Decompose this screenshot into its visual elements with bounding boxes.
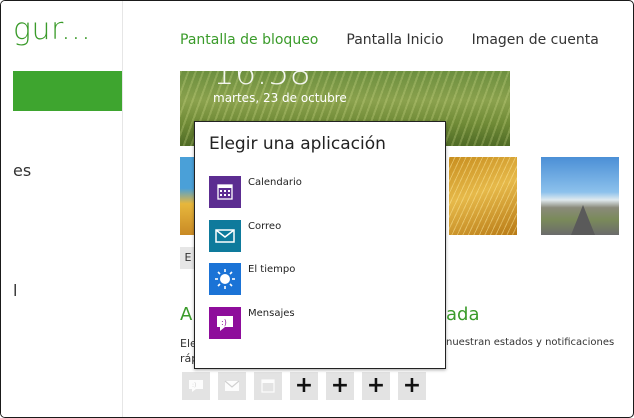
calendar-tile [209, 176, 241, 208]
app-slot-mail[interactable] [218, 372, 246, 400]
app-title: gur... [13, 12, 92, 47]
app-option-label: Mensajes [248, 308, 295, 319]
mail-tile [209, 220, 241, 252]
thumbnail-road [571, 205, 595, 235]
tab-account-picture[interactable]: Imagen de cuenta [472, 32, 599, 48]
messaging-icon: :) [189, 380, 203, 392]
mail-icon [224, 380, 240, 391]
app-option-label: Calendario [248, 177, 302, 188]
weather-tile [209, 263, 241, 295]
tab-lock-screen[interactable]: Pantalla de bloqueo [180, 32, 318, 48]
app-option-mail[interactable]: Correo [209, 220, 429, 254]
app-option-label: Correo [248, 221, 282, 232]
add-app-slot[interactable]: + [290, 372, 318, 400]
messaging-icon: :) [217, 316, 233, 331]
add-app-slot[interactable]: + [398, 372, 426, 400]
add-app-slot[interactable]: + [326, 372, 354, 400]
section-heading-start: A [180, 304, 193, 325]
left-pane: gur... es l [1, 1, 123, 417]
background-thumbnail[interactable] [541, 157, 619, 235]
flyout-title: Elegir una aplicación [209, 134, 386, 154]
mail-icon [215, 229, 235, 243]
app-slot-messaging[interactable]: :) [182, 372, 210, 400]
app-option-calendar[interactable]: Calendario [209, 176, 429, 210]
add-app-slot[interactable]: + [362, 372, 390, 400]
choose-app-flyout: Elegir una aplicación Calendario Correo … [194, 121, 446, 369]
app-option-messaging[interactable]: :) Mensajes [209, 307, 429, 341]
lock-screen-app-slots: :) + + + + [182, 372, 426, 400]
selected-category-bar[interactable] [13, 71, 122, 111]
app-slot-calendar[interactable] [254, 372, 282, 400]
preview-date: martes, 23 de octubre [213, 91, 347, 105]
category-item[interactable]: l [13, 281, 17, 300]
calendar-icon [217, 184, 233, 200]
thumbnail-texture [449, 157, 517, 235]
preview-clock: 16:58 [213, 71, 311, 93]
category-item[interactable]: es [13, 161, 31, 180]
svg-text::): :) [221, 318, 227, 327]
messaging-tile: :) [209, 307, 241, 339]
svg-text::): :) [192, 382, 196, 389]
calendar-icon [261, 379, 275, 393]
background-thumbnail[interactable] [449, 157, 517, 235]
personalize-tabs: Pantalla de bloqueo Pantalla Inicio Imag… [180, 32, 599, 48]
settings-window: gur... es l Pantalla de bloqueo Pantalla… [0, 0, 634, 418]
app-option-label: El tiempo [248, 264, 296, 275]
app-option-weather[interactable]: El tiempo [209, 263, 429, 297]
tab-start-screen[interactable]: Pantalla Inicio [346, 32, 443, 48]
weather-sun-icon [215, 269, 235, 289]
section-heading-end: ada [446, 304, 480, 325]
section-description-end: nuestran estados y notificaciones [446, 337, 615, 348]
